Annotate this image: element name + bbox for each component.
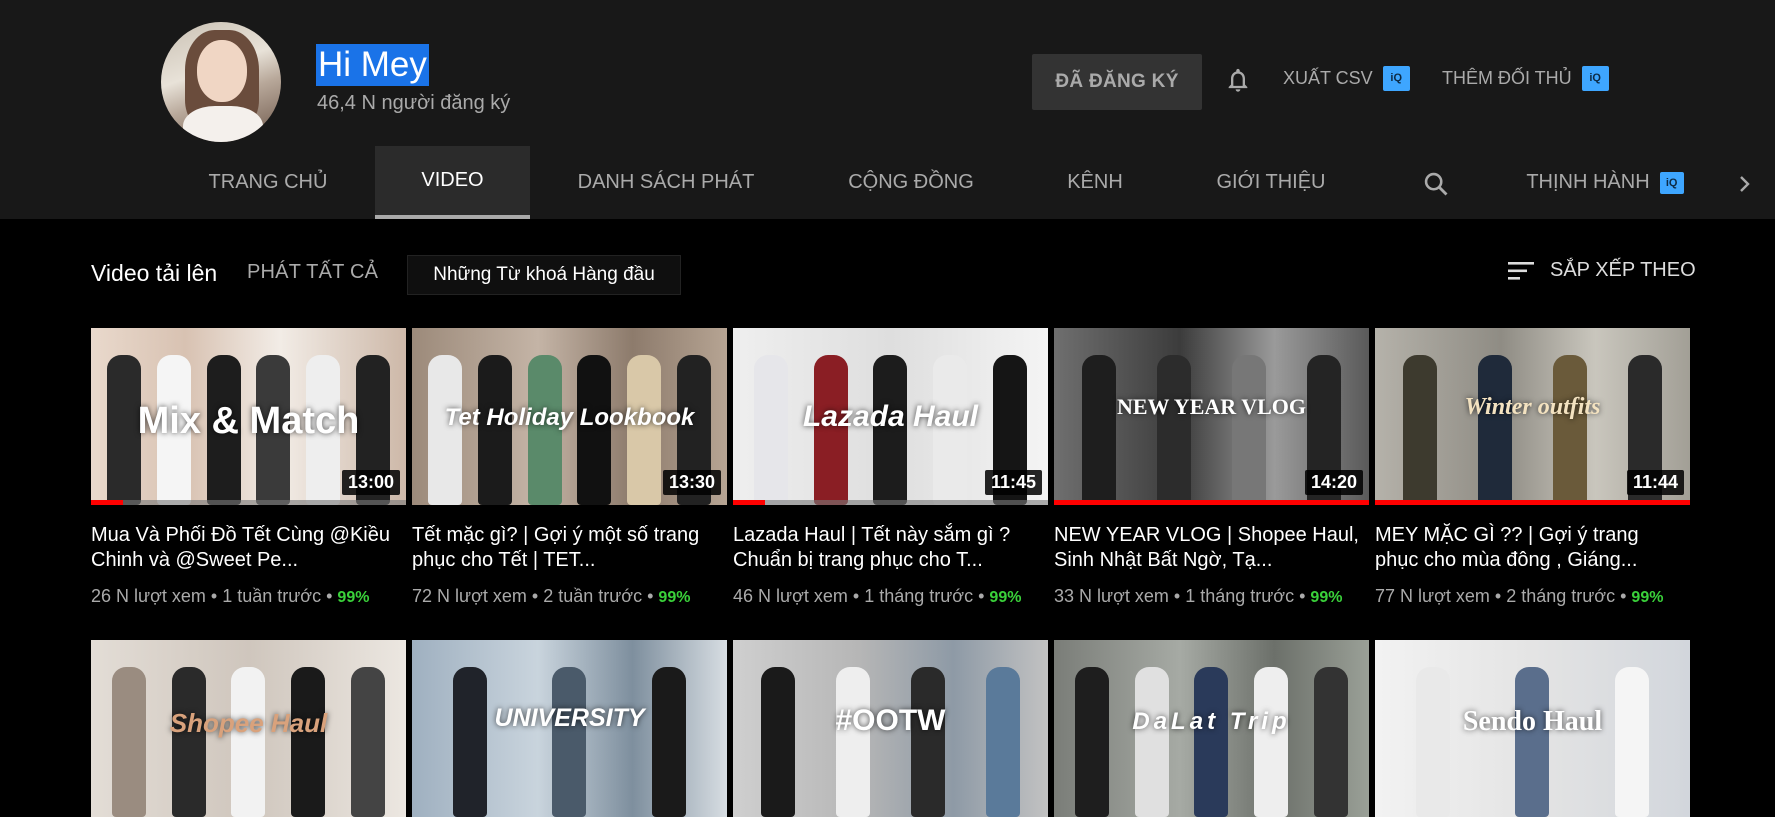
video-title[interactable]: MEY MẶC GÌ ?? | Gợi ý trang phục cho mùa…: [1375, 523, 1690, 573]
thumbnail-title: #OOTW: [835, 704, 946, 737]
video-title[interactable]: Mua Và Phối Đồ Tết Cùng @Kiều Chinh và @…: [91, 523, 406, 573]
video-meta: 46 N lượt xem • 1 tháng trước • 99%: [733, 586, 1022, 606]
tab-channels[interactable]: KÊNH: [1050, 146, 1140, 219]
video-card[interactable]: Tet Holiday Lookbook 13:30 Tết mặc gì? |…: [412, 328, 727, 607]
video-duration: 11:44: [1626, 470, 1684, 495]
extension-icon: iQ: [1581, 66, 1609, 91]
thumbnail-title: Tet Holiday Lookbook: [444, 404, 695, 431]
video-title[interactable]: NEW YEAR VLOG | Shopee Haul, Sinh Nhật B…: [1054, 523, 1369, 573]
view-count: 46 N lượt xem: [733, 586, 848, 606]
tab-home[interactable]: TRANG CHỦ: [180, 146, 356, 219]
thumbnail-title: Lazada Haul: [802, 400, 979, 433]
score-badge: 99%: [1310, 589, 1343, 606]
video-card[interactable]: Winter outfits 11:44 MEY MẶC GÌ ?? | Gợi…: [1375, 328, 1690, 607]
video-card[interactable]: Mix & Match 13:00 Mua Và Phối Đồ Tết Cùn…: [91, 328, 406, 607]
upload-age: 2 tháng trước: [1506, 586, 1616, 606]
video-thumbnail[interactable]: Tet Holiday Lookbook 13:30: [412, 328, 727, 505]
export-csv-label: XUẤT CSV: [1283, 68, 1373, 88]
view-count: 33 N lượt xem: [1054, 586, 1169, 606]
video-meta: 26 N lượt xem • 1 tuần trước • 99%: [91, 586, 370, 606]
video-meta: 77 N lượt xem • 2 tháng trước • 99%: [1375, 586, 1664, 606]
video-thumbnail[interactable]: NEW YEAR VLOG 14:20: [1054, 328, 1369, 505]
video-card[interactable]: Lazada Haul 11:45 Lazada Haul | Tết này …: [733, 328, 1048, 607]
video-thumbnail[interactable]: #OOTW: [733, 640, 1048, 817]
upload-age: 1 tuần trước: [222, 586, 322, 606]
video-card[interactable]: NEW YEAR VLOG 14:20 NEW YEAR VLOG | Shop…: [1054, 328, 1369, 607]
add-competitor-label: THÊM ĐỐI THỦ: [1442, 68, 1572, 88]
thumbnail-title: Winter outfits: [1464, 394, 1601, 420]
extension-icon: iQ: [1659, 171, 1684, 194]
upload-age: 2 tuần trước: [543, 586, 643, 606]
add-competitor-button[interactable]: THÊM ĐỐI THỦ iQ: [1442, 66, 1609, 91]
subscriber-count: 46,4 N người đăng ký: [317, 92, 511, 114]
video-card[interactable]: #OOTW: [733, 640, 1048, 817]
tab-community[interactable]: CỘNG ĐỒNG: [830, 146, 992, 219]
tab-trending-label: THỊNH HÀNH: [1526, 171, 1650, 193]
video-duration: 14:20: [1304, 470, 1363, 495]
uploads-title: Video tải lên: [91, 260, 218, 286]
view-count: 26 N lượt xem: [91, 586, 206, 606]
channel-name: Hi Mey: [316, 44, 429, 86]
video-thumbnail[interactable]: Mix & Match 13:00: [91, 328, 406, 505]
thumbnail-title: Mix & Match: [137, 400, 360, 442]
video-card[interactable]: UNIVERSITY: [412, 640, 727, 817]
video-title[interactable]: Tết mặc gì? | Gợi ý một số trang phục ch…: [412, 523, 727, 573]
thumbnail-title: UNIVERSITY: [494, 704, 645, 732]
bell-icon[interactable]: [1224, 64, 1252, 96]
play-all-button[interactable]: PHÁT TẤT CẢ: [247, 261, 378, 284]
video-thumbnail[interactable]: Winter outfits 11:44: [1375, 328, 1690, 505]
sort-by-button[interactable]: SẮP XẾP THEO: [1508, 259, 1696, 282]
top-keywords-chip[interactable]: Những Từ khoá Hàng đầu: [407, 255, 681, 295]
sort-label: SẮP XẾP THEO: [1550, 259, 1696, 281]
view-count: 77 N lượt xem: [1375, 586, 1490, 606]
watch-progress: [1054, 500, 1369, 505]
video-title[interactable]: Lazada Haul | Tết này sắm gì ? Chuẩn bị …: [733, 523, 1048, 573]
video-card[interactable]: Sendo Haul: [1375, 640, 1690, 817]
view-count: 72 N lượt xem: [412, 586, 527, 606]
video-duration: 13:30: [662, 470, 721, 495]
export-csv-button[interactable]: XUẤT CSV iQ: [1283, 66, 1410, 91]
video-card[interactable]: Shopee Haul: [91, 640, 406, 817]
watch-progress: [91, 500, 406, 505]
thumbnail-title: Sendo Haul: [1462, 706, 1603, 737]
search-icon[interactable]: [1422, 170, 1450, 198]
video-thumbnail[interactable]: Shopee Haul: [91, 640, 406, 817]
video-meta: 33 N lượt xem • 1 tháng trước • 99%: [1054, 586, 1343, 606]
video-card[interactable]: DaLat Trip: [1054, 640, 1369, 817]
tab-about[interactable]: GIỚI THIỆU: [1200, 146, 1342, 219]
chevron-right-icon[interactable]: [1735, 172, 1755, 196]
thumbnail-title: NEW YEAR VLOG: [1116, 394, 1307, 419]
thumbnail-title: Shopee Haul: [169, 708, 328, 738]
score-badge: 99%: [337, 589, 370, 606]
video-thumbnail[interactable]: DaLat Trip: [1054, 640, 1369, 817]
tab-trending[interactable]: THỊNH HÀNH iQ: [1515, 146, 1695, 219]
score-badge: 99%: [1631, 589, 1664, 606]
score-badge: 99%: [658, 589, 691, 606]
upload-age: 1 tháng trước: [864, 586, 974, 606]
watch-progress: [1375, 500, 1690, 505]
tab-videos[interactable]: VIDEO: [375, 146, 530, 219]
video-duration: 11:45: [984, 470, 1042, 495]
subscribed-button[interactable]: ĐÃ ĐĂNG KÝ: [1032, 54, 1202, 110]
video-duration: 13:00: [341, 470, 400, 495]
watch-progress: [733, 500, 1048, 505]
channel-tabs: TRANG CHỦ VIDEO DANH SÁCH PHÁT CỘNG ĐỒNG…: [0, 146, 1775, 219]
thumbnail-title: DaLat Trip: [1132, 708, 1291, 735]
video-thumbnail[interactable]: Sendo Haul: [1375, 640, 1690, 817]
upload-age: 1 tháng trước: [1185, 586, 1295, 606]
extension-icon: iQ: [1382, 66, 1410, 91]
score-badge: 99%: [989, 589, 1022, 606]
tab-playlists[interactable]: DANH SÁCH PHÁT: [560, 146, 772, 219]
sort-icon: [1508, 261, 1534, 280]
video-thumbnail[interactable]: UNIVERSITY: [412, 640, 727, 817]
video-thumbnail[interactable]: Lazada Haul 11:45: [733, 328, 1048, 505]
channel-avatar[interactable]: [161, 22, 281, 142]
video-meta: 72 N lượt xem • 2 tuần trước • 99%: [412, 586, 691, 606]
